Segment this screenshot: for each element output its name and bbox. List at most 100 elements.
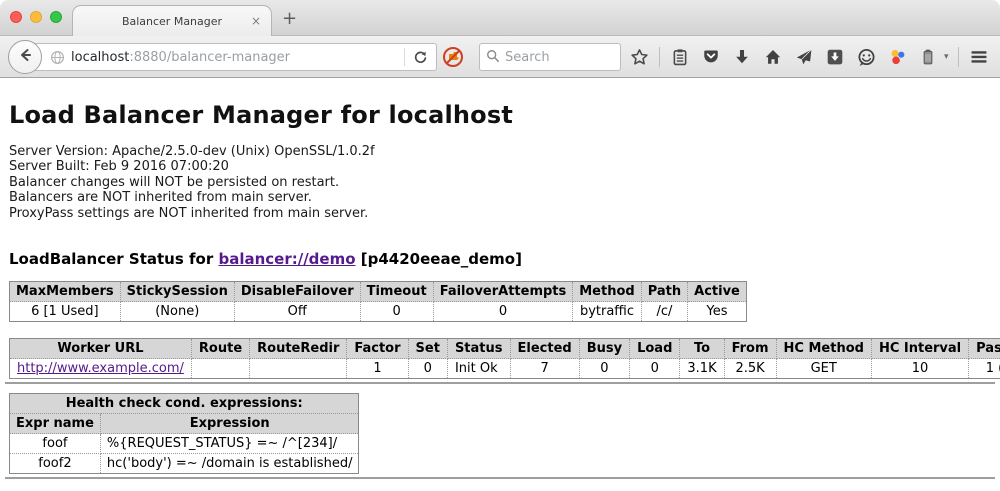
col-passes: Passes — [969, 339, 1000, 359]
reading-list-icon[interactable] — [669, 46, 691, 68]
cell-stickysession: (None) — [120, 302, 234, 322]
url-path: :8880/balancer-manager — [129, 50, 290, 65]
pocket-icon[interactable] — [700, 46, 722, 68]
cell-expr-name: foof — [10, 434, 101, 454]
col-path: Path — [641, 282, 687, 302]
dropdown-caret-icon[interactable]: ▾ — [944, 52, 949, 62]
cell-hc-method: GET — [776, 359, 871, 379]
cell-factor: 1 — [347, 359, 408, 379]
col-method: Method — [573, 282, 641, 302]
url-bar[interactable]: localhost:8880/balancer-manager — [25, 43, 437, 71]
zoom-window-button[interactable] — [50, 11, 62, 23]
cell-status: Init Ok — [447, 359, 510, 379]
server-info: Server Version: Apache/2.5.0-dev (Unix) … — [9, 144, 991, 221]
close-window-button[interactable] — [10, 11, 22, 23]
cell-maxmembers: 6 [1 Used] — [10, 302, 121, 322]
health-row-foof2: foof2 hc('body') =~ /domain is establish… — [10, 454, 359, 474]
cell-to: 3.1K — [680, 359, 724, 379]
balancer-data-row: 6 [1 Used] (None) Off 0 0 bytraffic /c/ … — [10, 302, 747, 322]
window-controls — [10, 11, 62, 23]
minimize-window-button[interactable] — [30, 11, 42, 23]
toolbar-divider — [958, 47, 959, 67]
tab-title: Balancer Manager — [122, 15, 222, 28]
bookmark-star-icon[interactable] — [628, 46, 650, 68]
col-to: To — [680, 339, 724, 359]
col-expr-name: Expr name — [10, 414, 101, 434]
server-built-line: Server Built: Feb 9 2016 07:00:20 — [9, 159, 991, 174]
cell-failoverattempts: 0 — [433, 302, 573, 322]
tab-close-icon[interactable]: × — [251, 14, 261, 28]
tab-bar: Balancer Manager × + — [0, 0, 1000, 36]
cell-path: /c/ — [641, 302, 687, 322]
search-bar[interactable] — [479, 43, 621, 71]
col-routeredir: RouteRedir — [250, 339, 347, 359]
col-maxmembers: MaxMembers — [10, 282, 121, 302]
col-from: From — [724, 339, 776, 359]
loadbalancer-status-heading: LoadBalancer Status for balancer://demo … — [9, 250, 991, 268]
status-heading-prefix: LoadBalancer Status for — [9, 250, 218, 268]
col-route: Route — [191, 339, 249, 359]
home-icon[interactable] — [762, 46, 784, 68]
back-button[interactable] — [8, 40, 42, 74]
cell-disablefailover: Off — [234, 302, 360, 322]
balancer-demo-link[interactable]: balancer://demo — [218, 250, 355, 268]
inherit-warning-line: Balancers are NOT inherited from main se… — [9, 190, 991, 205]
search-icon — [486, 48, 500, 67]
worker-url-link[interactable]: http://www.example.com/ — [17, 361, 184, 376]
url-host: localhost — [71, 50, 129, 65]
divider — [5, 477, 995, 479]
download-icon[interactable] — [731, 46, 753, 68]
balancer-summary-table: MaxMembers StickySession DisableFailover… — [9, 281, 747, 322]
color-dots-icon[interactable] — [886, 46, 908, 68]
smiley-icon[interactable] — [855, 46, 877, 68]
frame-download-icon[interactable] — [824, 46, 846, 68]
worker-data-row: http://www.example.com/ 1 0 Init Ok 7 0 … — [10, 359, 1000, 379]
menu-icon[interactable] — [968, 46, 990, 68]
tab-balancer-manager[interactable]: Balancer Manager × — [72, 5, 272, 36]
worker-header-row: Worker URL Route RouteRedir Factor Set S… — [10, 339, 1000, 359]
col-failoverattempts: FailoverAttempts — [433, 282, 573, 302]
cell-expression: %{REQUEST_STATUS} =~ /^[234]/ — [100, 434, 359, 454]
col-load: Load — [630, 339, 680, 359]
health-table-title: Health check cond. expressions: — [10, 394, 359, 414]
cell-worker-url: http://www.example.com/ — [10, 359, 192, 379]
navigation-toolbar: localhost:8880/balancer-manager — [0, 36, 1000, 78]
cell-passes: 1 (0) — [969, 359, 1000, 379]
col-worker-url: Worker URL — [10, 339, 192, 359]
container-icon[interactable] — [917, 46, 939, 68]
health-row-foof: foof %{REQUEST_STATUS} =~ /^[234]/ — [10, 434, 359, 454]
reload-button[interactable] — [413, 50, 428, 65]
cell-route — [191, 359, 249, 379]
proxypass-warning-line: ProxyPass settings are NOT inherited fro… — [9, 206, 991, 221]
col-disablefailover: DisableFailover — [234, 282, 360, 302]
col-hc-interval: HC Interval — [871, 339, 968, 359]
col-elected: Elected — [510, 339, 579, 359]
search-input[interactable] — [505, 50, 605, 65]
cell-load: 0 — [630, 359, 680, 379]
cell-expression: hc('body') =~ /domain is established/ — [100, 454, 359, 474]
browser-window: Balancer Manager × + localhost:8880/bala… — [0, 0, 1000, 491]
url-text[interactable]: localhost:8880/balancer-manager — [71, 50, 404, 65]
plugin-blocked-icon[interactable] — [442, 46, 464, 72]
cell-active: Yes — [688, 302, 747, 322]
health-title-row: Health check cond. expressions: — [10, 394, 359, 414]
globe-icon — [50, 50, 65, 65]
cell-elected: 7 — [510, 359, 579, 379]
col-factor: Factor — [347, 339, 408, 359]
persist-warning-line: Balancer changes will NOT be persisted o… — [9, 175, 991, 190]
send-icon[interactable] — [793, 46, 815, 68]
cell-from: 2.5K — [724, 359, 776, 379]
health-check-table: Health check cond. expressions: Expr nam… — [9, 393, 359, 474]
col-expression: Expression — [100, 414, 359, 434]
cell-busy: 0 — [579, 359, 629, 379]
col-status: Status — [447, 339, 510, 359]
page-content: Load Balancer Manager for localhost Serv… — [0, 101, 1000, 479]
col-set: Set — [408, 339, 447, 359]
col-busy: Busy — [579, 339, 629, 359]
cell-timeout: 0 — [360, 302, 433, 322]
cell-routeredir — [250, 359, 347, 379]
col-stickysession: StickySession — [120, 282, 234, 302]
new-tab-button[interactable]: + — [282, 8, 297, 29]
urlbar-divider — [404, 48, 405, 66]
cell-expr-name: foof2 — [10, 454, 101, 474]
